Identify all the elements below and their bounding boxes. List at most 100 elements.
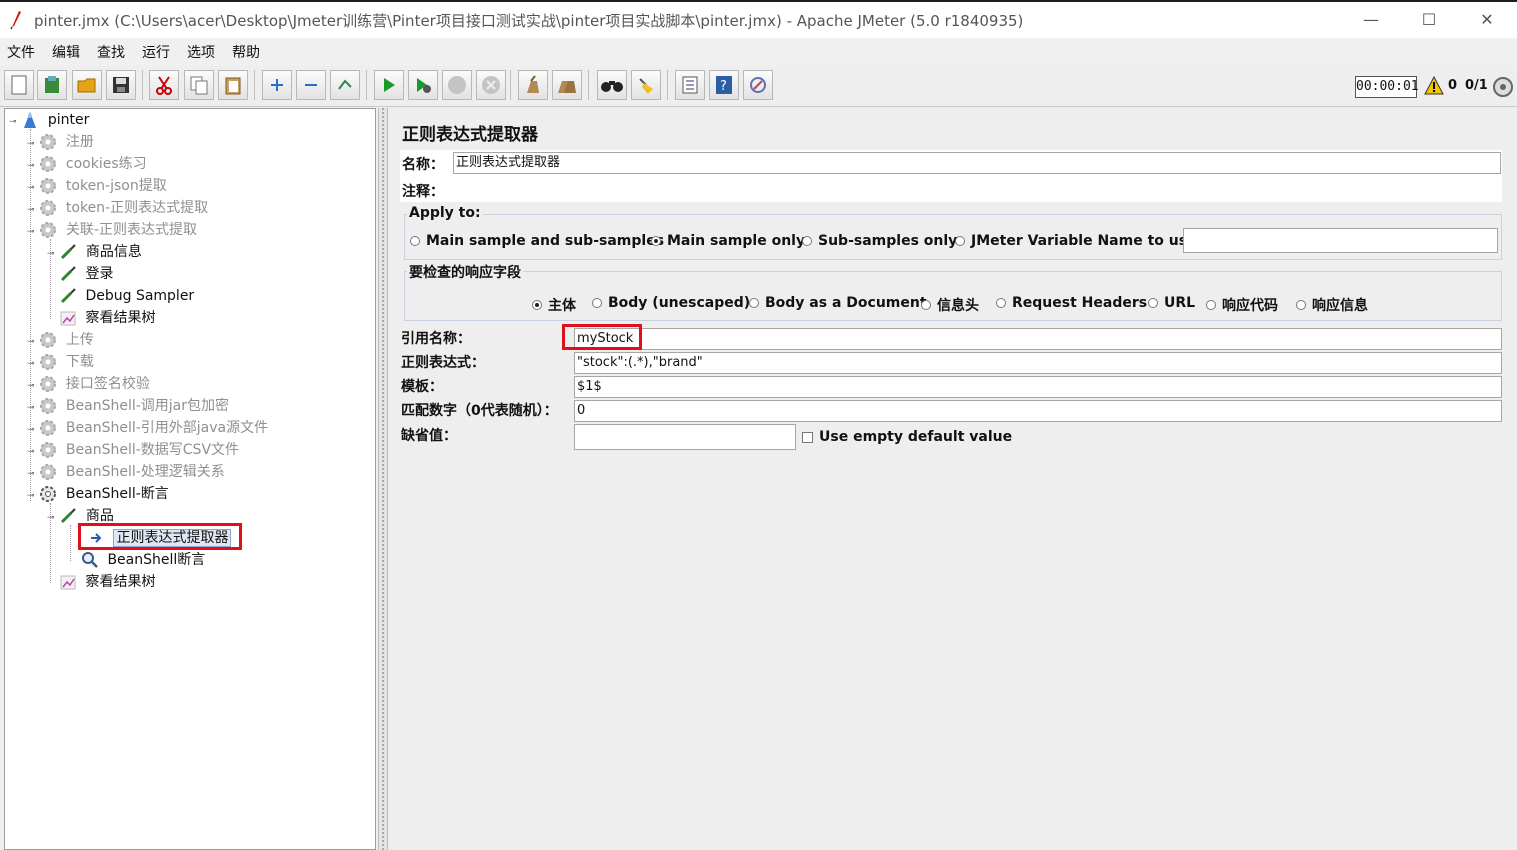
radio-response-code[interactable]: 响应代码 — [1206, 295, 1278, 315]
save-icon — [113, 77, 129, 93]
cut-icon — [156, 76, 172, 95]
radio-main-only[interactable]: Main sample only — [651, 233, 805, 249]
shutdown-button[interactable] — [476, 70, 506, 100]
gear-icon — [40, 398, 57, 414]
radio-body[interactable]: 主体 — [532, 295, 576, 315]
minimize-button[interactable]: — — [1356, 8, 1386, 32]
paste-button[interactable] — [218, 70, 248, 100]
pipette-icon — [60, 288, 76, 304]
panel-splitter[interactable] — [378, 108, 388, 850]
reset-search-button[interactable] — [631, 70, 661, 100]
magnifier-icon — [82, 552, 98, 568]
tree-item-thread-group[interactable]: ⊸ 关联-正则表达式提取 — [27, 219, 197, 241]
gear-icon — [40, 486, 57, 502]
tree-item-assertion[interactable]: BeanShell断言 — [81, 549, 205, 571]
tree-item-thread-group[interactable]: ⊸ BeanShell-处理逻辑关系 — [27, 461, 225, 483]
stop-button[interactable] — [442, 70, 472, 100]
default-value-input[interactable] — [574, 424, 796, 450]
templates-button[interactable] — [37, 70, 67, 100]
tree-item-sampler[interactable]: 登录 — [59, 263, 113, 285]
radio-jmeter-variable[interactable]: JMeter Variable Name to use — [955, 233, 1197, 249]
menu-search[interactable]: 查找 — [97, 42, 125, 62]
cut-button[interactable] — [149, 70, 179, 100]
pipette-icon — [61, 508, 77, 524]
tree-item-sampler[interactable]: Debug Sampler — [59, 285, 194, 307]
start-no-pause-icon — [417, 78, 431, 93]
test-plan-tree[interactable]: ⊸ pinter ⊸ 注册 ⊸ cookies练习 ⊸ token-json提取… — [4, 108, 376, 850]
close-button[interactable]: ✕ — [1472, 8, 1502, 32]
tree-item-listener[interactable]: 察看结果树 — [59, 571, 155, 593]
match-no-input[interactable]: 0 — [574, 400, 1502, 422]
radio-url[interactable]: URL — [1148, 295, 1195, 311]
remote-button[interactable] — [743, 70, 773, 100]
toggle-button[interactable] — [330, 70, 360, 100]
save-button[interactable] — [106, 70, 136, 100]
tree-item-thread-group[interactable]: ⊸ token-json提取 — [27, 175, 167, 197]
radio-request-headers[interactable]: Request Headers — [996, 295, 1147, 311]
tree-item-listener[interactable]: 察看结果树 — [59, 307, 155, 329]
paste-icon — [225, 77, 241, 95]
template-input[interactable]: $1$ — [574, 376, 1502, 398]
chart-icon — [60, 575, 76, 590]
tree-item-sampler[interactable]: ⊸ 商品信息 — [47, 241, 142, 263]
status-indicator-icon — [1493, 77, 1513, 97]
collapse-all-button[interactable] — [296, 70, 326, 100]
start-button[interactable] — [374, 70, 404, 100]
expand-all-button[interactable] — [262, 70, 292, 100]
name-input[interactable]: 正则表达式提取器 — [453, 152, 1501, 174]
tree-item-root[interactable]: ⊸ pinter — [9, 109, 89, 131]
new-button[interactable] — [4, 70, 34, 100]
function-helper-button[interactable] — [675, 70, 705, 100]
tree-item-thread-group[interactable]: ⊸ token-正则表达式提取 — [27, 197, 208, 219]
ref-name-label: 引用名称： — [401, 331, 471, 347]
radio-response-message[interactable]: 响应信息 — [1296, 295, 1368, 315]
maximize-button[interactable]: ☐ — [1414, 8, 1444, 32]
menu-run[interactable]: 运行 — [142, 42, 170, 62]
collapse-icon — [305, 84, 317, 86]
radio-sub-only[interactable]: Sub-samples only — [802, 233, 957, 249]
gear-icon — [40, 442, 57, 458]
menu-help[interactable]: 帮助 — [232, 42, 260, 62]
help-icon: ? — [716, 76, 732, 94]
elapsed-timer: 00:00:01 — [1355, 76, 1419, 98]
tree-item-thread-group[interactable]: ⊸ cookies练习 — [27, 153, 147, 175]
search-button[interactable] — [597, 70, 627, 100]
tree-item-thread-group[interactable]: ⊸ 下载 — [27, 351, 94, 373]
jmeter-variable-input[interactable] — [1183, 228, 1498, 253]
svg-text:?: ? — [720, 79, 727, 94]
start-no-pauses-button[interactable] — [408, 70, 438, 100]
panel-title: 正则表达式提取器 — [402, 125, 538, 145]
tree-item-thread-group[interactable]: ⊸ BeanShell-引用外部java源文件 — [27, 417, 268, 439]
open-button[interactable] — [72, 70, 102, 100]
field-to-check-title: 要检查的响应字段 — [407, 262, 523, 282]
warning-icon[interactable] — [1424, 76, 1444, 95]
ref-name-input[interactable]: myStock — [574, 328, 1502, 350]
clear-all-button[interactable] — [552, 70, 582, 100]
radio-headers[interactable]: 信息头 — [921, 295, 979, 315]
copy-button[interactable] — [184, 70, 214, 100]
gear-icon — [40, 200, 57, 216]
tree-item-thread-group[interactable]: ⊸ 上传 — [27, 329, 94, 351]
stop-icon — [448, 76, 466, 94]
radio-body-unescaped[interactable]: Body (unescaped) — [592, 295, 750, 311]
use-empty-default-checkbox[interactable]: Use empty default value — [802, 429, 1012, 445]
menu-edit[interactable]: 编辑 — [52, 42, 80, 62]
chart-icon — [60, 311, 76, 326]
clear-button[interactable] — [518, 70, 548, 100]
toggle-icon — [338, 79, 352, 90]
tree-item-thread-group[interactable]: ⊸ BeanShell-断言 — [27, 483, 169, 505]
tree-item-thread-group[interactable]: ⊸ 接口签名校验 — [27, 373, 150, 395]
reset-search-icon — [639, 78, 653, 94]
regex-input[interactable]: "stock":(.*),"brand" — [574, 352, 1502, 374]
gear-icon — [40, 178, 57, 194]
tree-item-thread-group[interactable]: ⊸ BeanShell-调用jar包加密 — [27, 395, 229, 417]
title-bar: pinter.jmx (C:\Users\acer\Desktop\Jmeter… — [0, 0, 1517, 38]
radio-main-and-sub[interactable]: Main sample and sub-samples — [410, 233, 664, 249]
tree-item-thread-group[interactable]: ⊸ BeanShell-数据写CSV文件 — [27, 439, 239, 461]
menu-options[interactable]: 选项 — [187, 42, 215, 62]
help-button[interactable]: ? — [709, 70, 739, 100]
menu-file[interactable]: 文件 — [7, 42, 35, 62]
radio-body-as-document[interactable]: Body as a Document — [749, 295, 927, 311]
tree-item-thread-group[interactable]: ⊸ 注册 — [27, 131, 94, 153]
name-label: 名称： — [402, 157, 444, 173]
